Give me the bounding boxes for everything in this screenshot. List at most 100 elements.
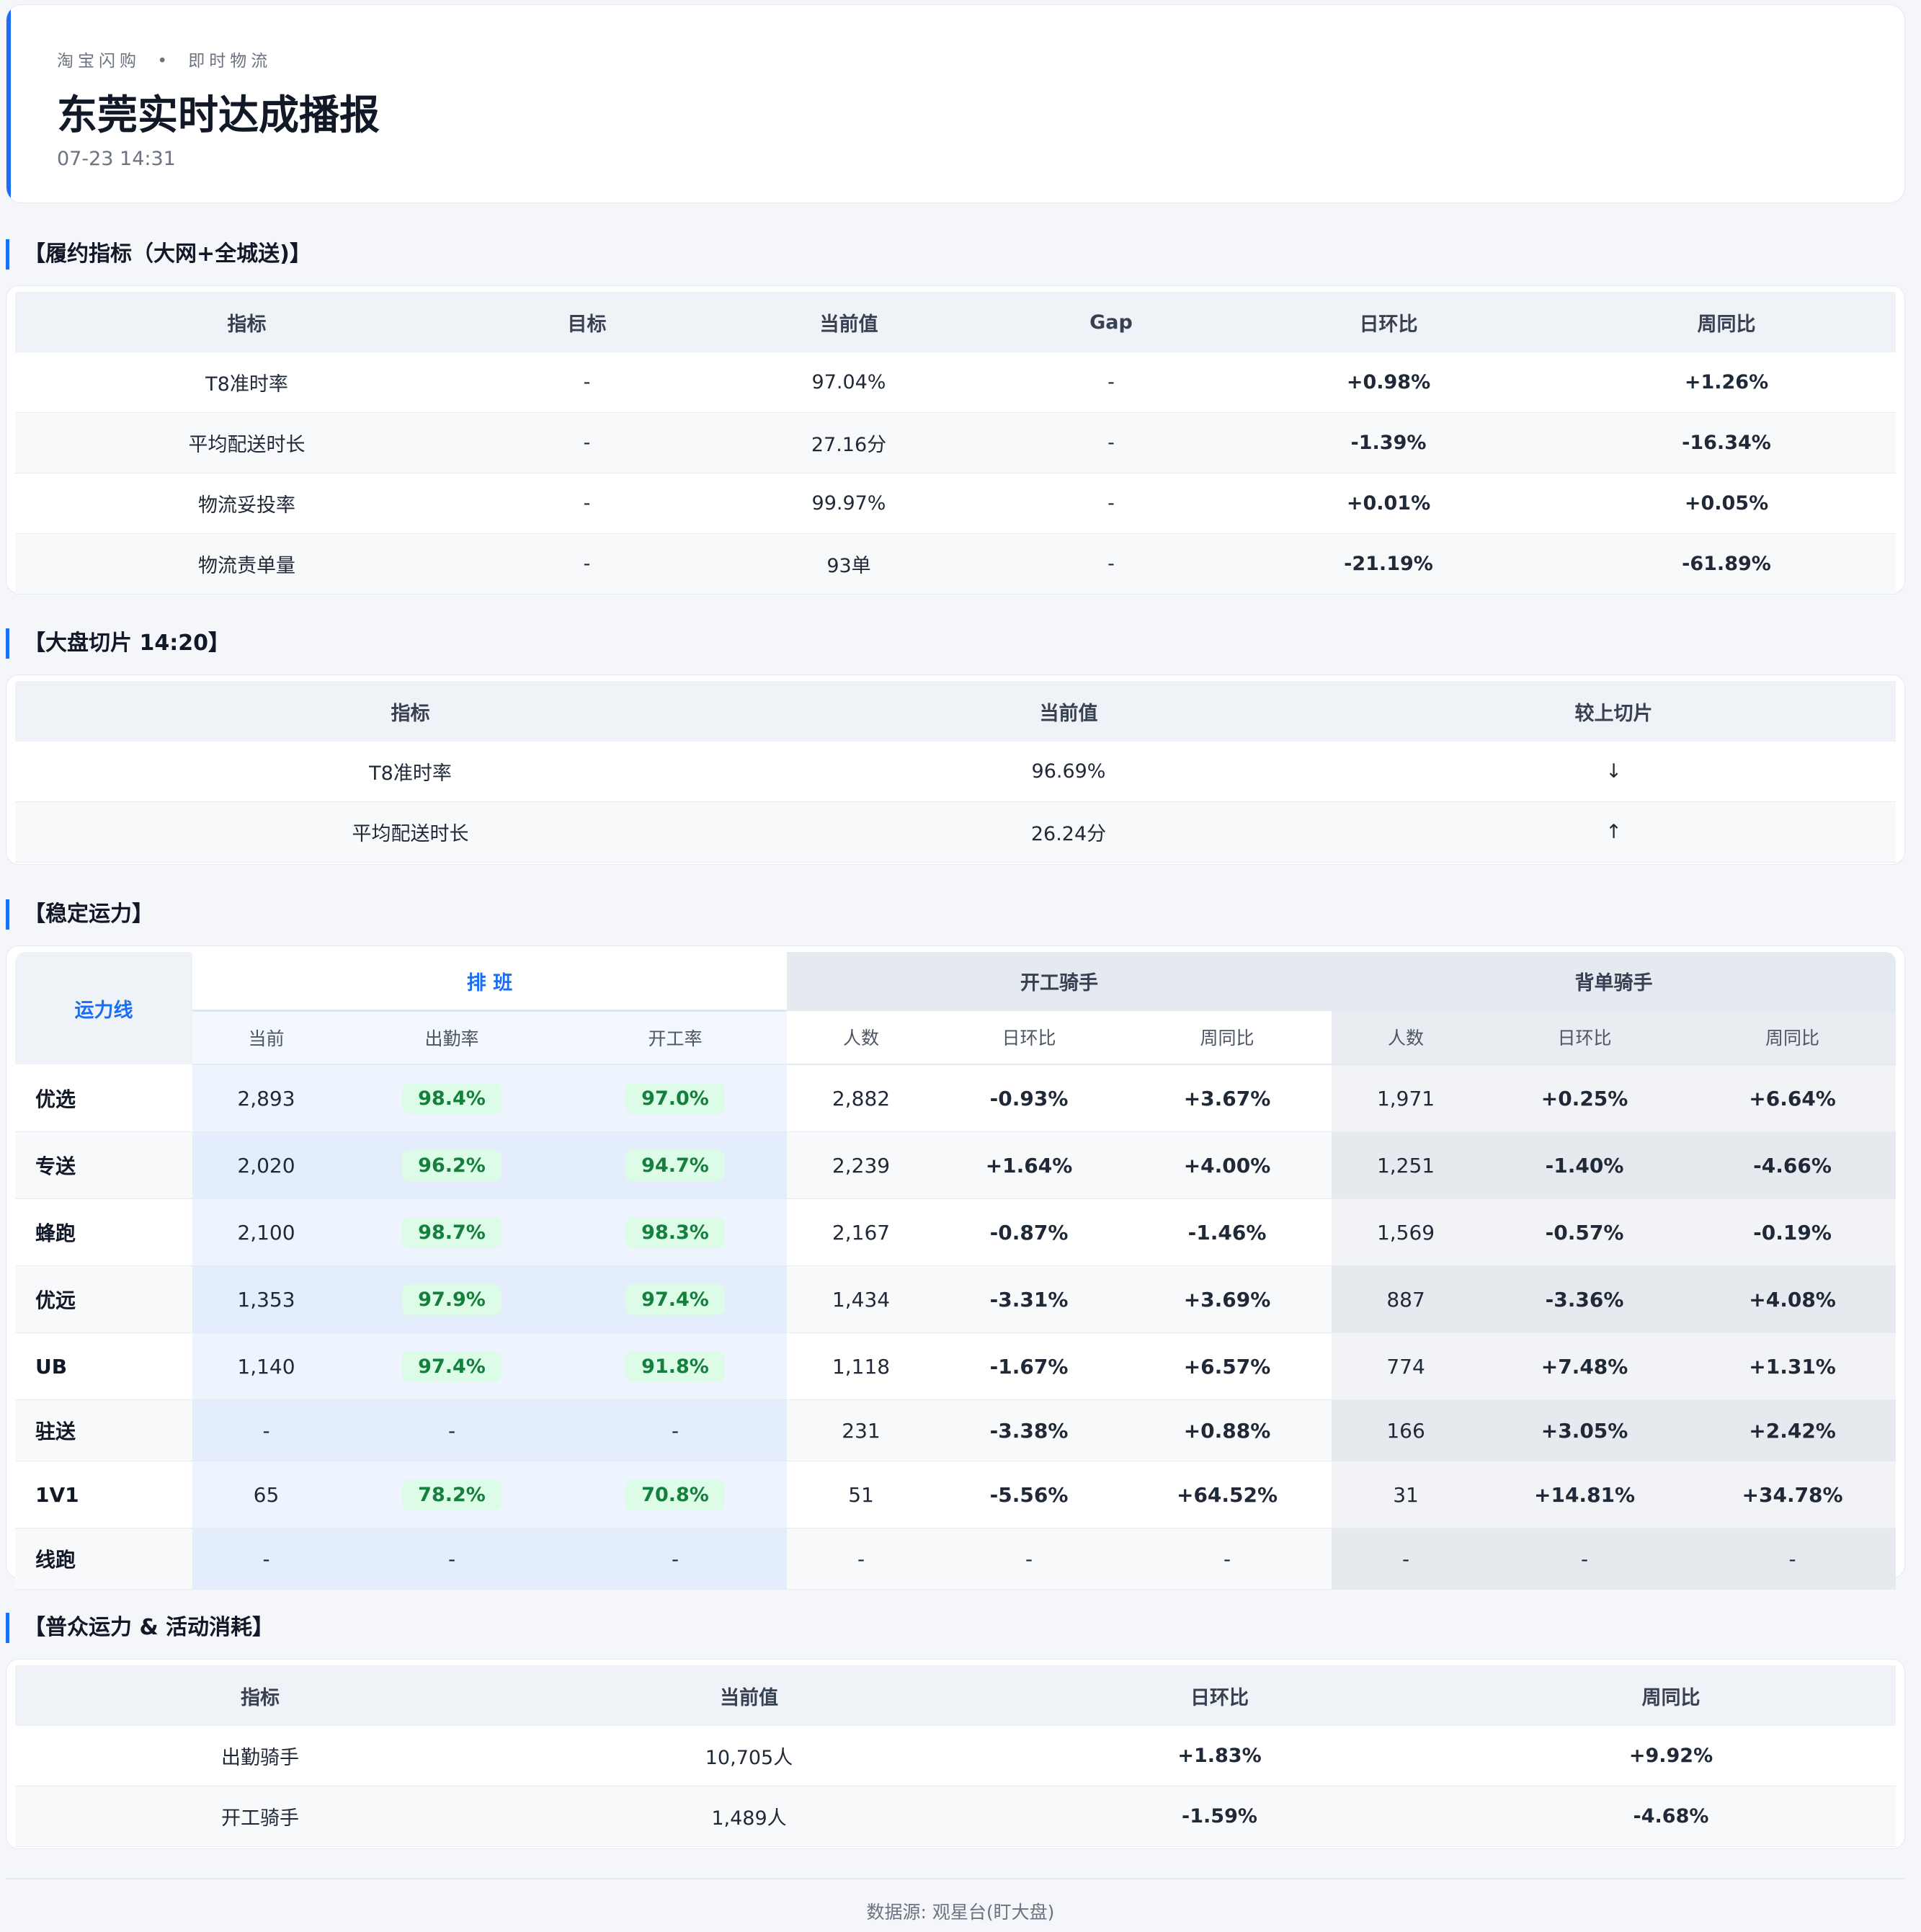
- capacity-line-name: 1V1: [15, 1461, 192, 1528]
- cell-s_d: -0.87%: [935, 1198, 1123, 1266]
- table-row: 物流妥投率 -99.97% - +0.01% +0.05%: [15, 473, 1896, 534]
- column-header: 指标: [15, 1665, 505, 1726]
- cell-b_d: -0.57%: [1480, 1198, 1690, 1266]
- slice-section-title: 【大盘切片 14:20】: [6, 628, 230, 659]
- rate-pill: 97.9%: [402, 1283, 502, 1315]
- cell-s_w: +0.88%: [1123, 1399, 1332, 1461]
- column-header: 周同比: [1446, 1665, 1896, 1726]
- table-row: 平均配送时长 -27.16分 - -1.39% -16.34%: [15, 412, 1896, 473]
- cell-name: 物流责单量: [15, 533, 478, 595]
- schedule-group-header: 排 班: [192, 952, 788, 1012]
- cell-s_n: 2,882: [787, 1064, 936, 1132]
- cell-name: T8准时率: [15, 742, 806, 802]
- column-header: 周同比: [1557, 292, 1896, 352]
- rate-pill: 98.3%: [625, 1216, 725, 1248]
- column-header: 指标: [15, 292, 478, 352]
- rate-pill: 97.4%: [625, 1283, 725, 1315]
- cell-dod: +1.83%: [993, 1726, 1446, 1786]
- cell-b_d: -1.40%: [1480, 1131, 1690, 1199]
- header-subtitle: 淘宝闪购 • 即时物流: [57, 47, 272, 71]
- capacity-row: 专送 2,020 96.2% 94.7% 2,239 +1.64% +4.00% 1,251-…: [15, 1131, 1897, 1199]
- capacity-line-name: 驻送: [15, 1399, 192, 1461]
- cell-s_d: -: [935, 1528, 1123, 1590]
- rate-pill: 96.2%: [402, 1149, 502, 1181]
- cell-b_d: +0.25%: [1480, 1064, 1690, 1132]
- cell-cur: 2,893: [192, 1064, 340, 1132]
- page-title: 东莞实时达成播报: [57, 92, 380, 139]
- capacity-row: UB 1,140 97.4% 91.8% 1,118 -1.67% +6.57% 774 +7.…: [15, 1332, 1897, 1400]
- cell-value: 26.24分: [806, 801, 1332, 863]
- cell-s_d: -5.56%: [935, 1461, 1123, 1528]
- sub-column-header: 日环比: [1480, 1010, 1690, 1065]
- slice-card: 指标 当前值 较上切片 T8准时率 96.69% ↓ 平均配送时长 26.24分 ↑: [6, 675, 1905, 865]
- cell-work: 97.0%: [563, 1064, 788, 1132]
- capacity-row: 优选 2,893 98.4% 97.0% 2,882 -0.93% +3.67% 1,971 +…: [15, 1064, 1897, 1132]
- cell-work: 70.8%: [563, 1461, 788, 1528]
- cell-b_n: -: [1332, 1528, 1481, 1590]
- public-card: 指标 当前值 日环比 周同比 出勤骑手 10,705人 +1.83% +9.92% 开工骑手 1…: [6, 1659, 1905, 1849]
- column-header: 目标: [478, 292, 695, 352]
- fulfillment-table: 指标 目标 当前值 Gap 日环比 周同比 T8准时率 -97.04% - +0.98% +1.2…: [15, 292, 1896, 595]
- public-table: 指标 当前值 日环比 周同比 出勤骑手 10,705人 +1.83% +9.92% 开工骑手 1…: [15, 1665, 1896, 1847]
- cell-s_w: -: [1123, 1528, 1332, 1590]
- column-header: Gap: [1002, 292, 1220, 352]
- cell-att: 97.4%: [340, 1332, 563, 1400]
- cell-att: 78.2%: [340, 1461, 563, 1528]
- cell-b_d: -: [1480, 1528, 1690, 1590]
- cell-b_w: +6.64%: [1689, 1064, 1897, 1132]
- cell-b_n: 1,971: [1332, 1064, 1481, 1132]
- report-page: 淘宝闪购 • 即时物流 东莞实时达成播报 07-23 14:31 【履约指标（大…: [0, 0, 1921, 1932]
- cell-value: 1,489人: [505, 1786, 993, 1847]
- cell-work: 91.8%: [563, 1332, 788, 1400]
- cell-s_d: -0.93%: [935, 1064, 1123, 1132]
- cell-work: 98.3%: [563, 1198, 788, 1266]
- cell-dod: +0.01%: [1220, 473, 1557, 534]
- rate-pill: 70.8%: [625, 1479, 725, 1510]
- cell-gap: -: [1002, 533, 1220, 595]
- cell-s_n: 1,434: [787, 1265, 936, 1333]
- backlog-riders-group-header: 背单骑手: [1332, 952, 1897, 1011]
- cell-target: -: [478, 352, 695, 413]
- column-header: 当前值: [505, 1665, 993, 1726]
- column-header: 当前值: [695, 292, 1002, 352]
- cell-s_w: -1.46%: [1123, 1198, 1332, 1266]
- cell-name: T8准时率: [15, 352, 478, 413]
- cell-s_d: +1.64%: [935, 1131, 1123, 1199]
- table-header-row: 指标 当前值 较上切片: [15, 681, 1896, 742]
- brand-label: 淘宝闪购: [57, 52, 141, 71]
- cell-s_w: +4.00%: [1123, 1131, 1332, 1199]
- cell-cur: -: [192, 1528, 340, 1590]
- public-section-title: 【普众运力 & 活动消耗】: [6, 1613, 274, 1643]
- cell-att: -: [340, 1528, 563, 1590]
- capacity-row: 线跑 - - - - - - - - -: [15, 1528, 1897, 1590]
- sub-column-header: 开工率: [563, 1010, 788, 1065]
- rate-pill: 97.0%: [625, 1082, 725, 1114]
- cell-s_n: 1,118: [787, 1332, 936, 1400]
- cell-wow: +0.05%: [1557, 473, 1896, 534]
- capacity-group-header-row: 运力线 排 班 开工骑手 背单骑手: [15, 952, 1897, 1064]
- cell-s_n: 2,167: [787, 1198, 936, 1266]
- cell-s_n: 2,239: [787, 1131, 936, 1199]
- cell-dod: +0.98%: [1220, 352, 1557, 413]
- cell-gap: -: [1002, 352, 1220, 413]
- cell-target: -: [478, 412, 695, 473]
- cell-gap: -: [1002, 473, 1220, 534]
- cell-cur: 2,020: [192, 1131, 340, 1199]
- cell-att: 97.9%: [340, 1265, 563, 1333]
- rate-pill: 91.8%: [625, 1350, 725, 1382]
- cell-att: 98.7%: [340, 1198, 563, 1266]
- sub-column-header: 当前: [192, 1010, 340, 1065]
- cell-s_n: -: [787, 1528, 936, 1590]
- column-header: 当前值: [806, 681, 1332, 742]
- cell-value: 96.69%: [806, 742, 1332, 802]
- column-header: 日环比: [993, 1665, 1446, 1726]
- capacity-section-title: 【稳定运力】: [6, 899, 153, 930]
- cell-b_w: +1.31%: [1689, 1332, 1897, 1400]
- capacity-row: 1V1 65 78.2% 70.8% 51 -5.56% +64.52% 31 +14.81% +…: [15, 1461, 1897, 1528]
- sub-column-header: 日环比: [935, 1010, 1123, 1065]
- cell-wow: -61.89%: [1557, 533, 1896, 595]
- cell-value: 99.97%: [695, 473, 1002, 534]
- separator-dot: •: [157, 52, 171, 71]
- cell-target: -: [478, 473, 695, 534]
- cell-s_w: +3.67%: [1123, 1064, 1332, 1132]
